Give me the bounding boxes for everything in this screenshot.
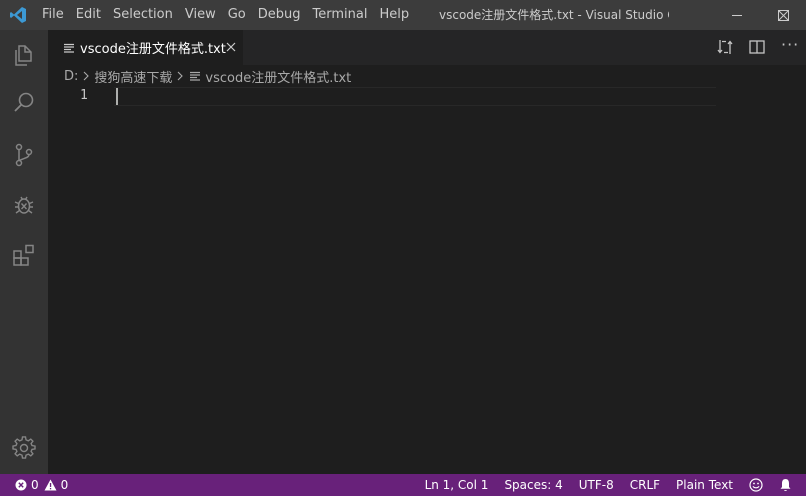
tab-active-file[interactable]: vscode注册文件格式.txt (48, 30, 243, 65)
close-icon[interactable] (224, 40, 238, 54)
menu-bar: File Edit Selection View Go Debug Termin… (36, 0, 415, 30)
title-bar: File Edit Selection View Go Debug Termin… (0, 0, 806, 30)
language-mode[interactable]: Plain Text (676, 474, 733, 496)
minimize-icon (731, 14, 742, 16)
chevron-right-icon (176, 71, 184, 81)
bell-icon (780, 479, 791, 491)
line-number: 1 (80, 88, 88, 103)
menu-help[interactable]: Help (373, 0, 415, 30)
notifications-button[interactable] (779, 474, 792, 496)
cursor-position[interactable]: Ln 1, Col 1 (425, 474, 489, 496)
menu-go[interactable]: Go (222, 0, 252, 30)
breadcrumb-drive[interactable]: D: (64, 69, 78, 84)
problems-status[interactable]: 0 0 (15, 474, 68, 496)
menu-selection[interactable]: Selection (107, 0, 179, 30)
current-line-highlight (114, 87, 716, 106)
warning-count: 0 (60, 478, 69, 492)
indentation[interactable]: Spaces: 4 (504, 474, 562, 496)
breadcrumb-folder[interactable]: 搜狗高速下载 (94, 67, 172, 86)
menu-view[interactable]: View (179, 0, 222, 30)
activity-bar (0, 30, 48, 474)
debug-button[interactable] (0, 181, 48, 229)
smiley-icon (749, 478, 763, 492)
end-of-line[interactable]: CRLF (630, 474, 660, 496)
extensions-icon (13, 244, 34, 266)
text-cursor (116, 88, 118, 105)
source-control-button[interactable] (0, 131, 48, 179)
file-lines-icon (64, 43, 74, 53)
breadcrumb-file[interactable]: vscode注册文件格式.txt (205, 67, 351, 86)
compare-icon[interactable] (716, 38, 734, 56)
warning-icon (44, 479, 57, 491)
file-lines-icon (190, 71, 201, 81)
chevron-right-icon (82, 71, 90, 81)
more-actions-icon[interactable]: ··· (781, 35, 799, 54)
manage-button[interactable] (0, 424, 48, 472)
menu-debug[interactable]: Debug (252, 0, 307, 30)
close-window-button[interactable] (760, 0, 806, 30)
status-bar: 0 0 Ln 1, Col 1 Spaces: 4 UTF-8 CRLF Pla… (0, 474, 806, 496)
error-count: 0 (31, 478, 39, 492)
error-icon (15, 479, 27, 491)
menu-file[interactable]: File (36, 0, 70, 30)
minimize-button[interactable] (714, 0, 760, 30)
gear-icon (12, 436, 36, 459)
source-control-icon (15, 143, 33, 167)
breadcrumb: D: 搜狗高速下载 vscode注册文件格式.txt (48, 65, 806, 87)
split-editor-icon[interactable] (748, 38, 766, 56)
search-icon (14, 92, 34, 112)
tab-bar: vscode注册文件格式.txt ··· (48, 30, 806, 65)
files-icon (15, 45, 32, 66)
window-title: vscode注册文件格式.txt - Visual Studio C... (439, 8, 669, 22)
extensions-button[interactable] (0, 231, 48, 279)
close-icon (777, 9, 789, 21)
debug-icon (14, 196, 34, 214)
tab-label: vscode注册文件格式.txt (80, 42, 226, 57)
editor-area[interactable]: 1 (48, 87, 806, 474)
explorer-button[interactable] (0, 31, 48, 79)
menu-edit[interactable]: Edit (70, 0, 107, 30)
search-button[interactable] (0, 79, 48, 127)
encoding[interactable]: UTF-8 (579, 474, 614, 496)
menu-terminal[interactable]: Terminal (307, 0, 374, 30)
feedback-button[interactable] (749, 474, 763, 496)
vscode-logo-icon (0, 0, 36, 30)
